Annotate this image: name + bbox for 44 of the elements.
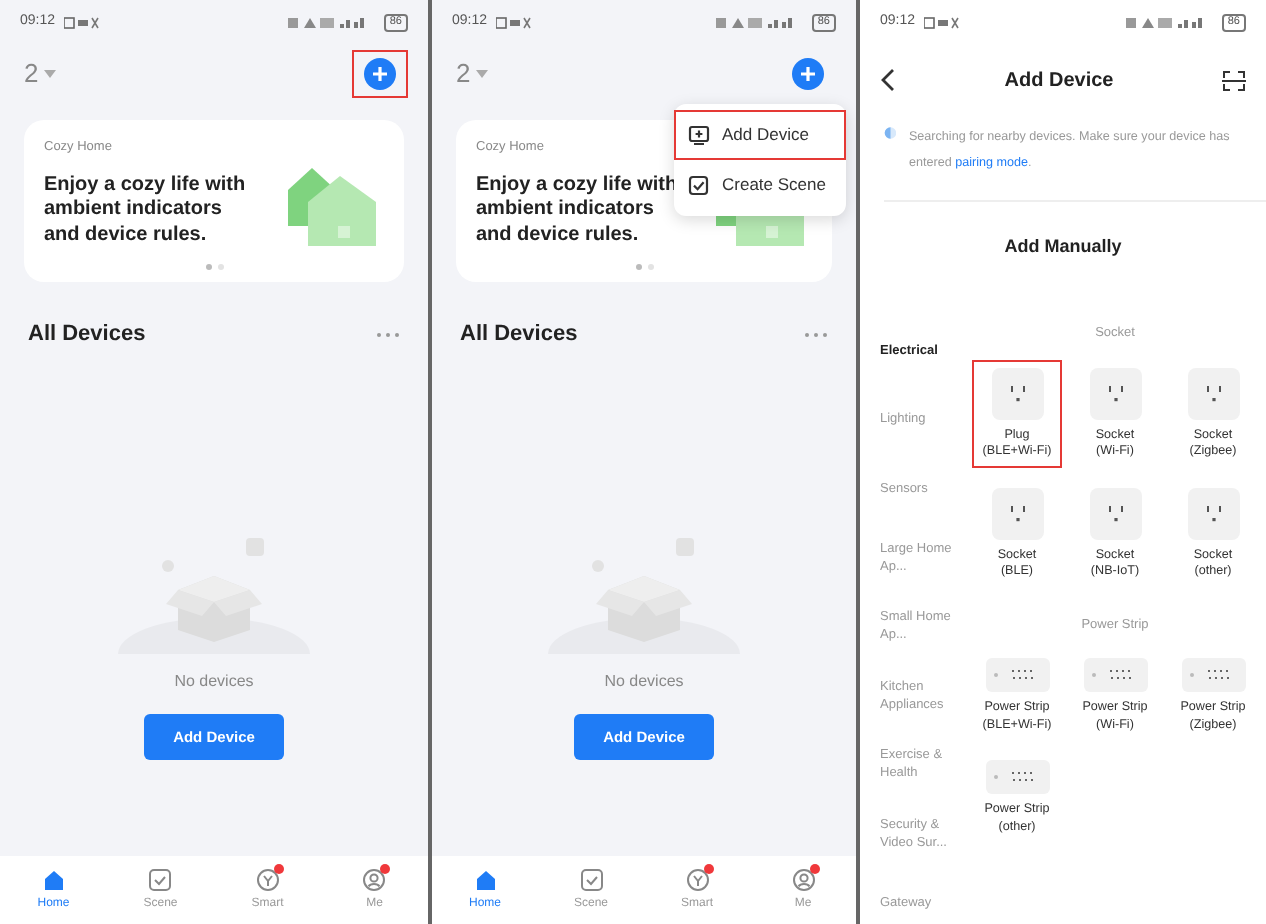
add-device-icon <box>688 123 710 146</box>
profile-icon <box>362 867 387 891</box>
socket-icon <box>1089 367 1141 420</box>
menu-item[interactable]: Add Device <box>674 110 846 160</box>
power-strip-icon <box>1181 658 1245 693</box>
power-strip-icon <box>1083 658 1147 693</box>
socket-icon <box>1187 487 1239 540</box>
socket-icon <box>1089 487 1141 540</box>
check-square-icon <box>579 867 603 891</box>
power-strip-icon <box>985 760 1049 795</box>
power-strip-icon <box>985 658 1049 693</box>
smart-icon <box>255 867 280 891</box>
home-selector[interactable]: 2 <box>456 54 489 94</box>
empty-state-text: No devices <box>604 670 684 694</box>
socket-icon <box>991 367 1043 420</box>
check-square-icon <box>688 173 710 196</box>
add-button[interactable] <box>352 50 408 98</box>
profile-icon <box>791 867 815 891</box>
more-icon[interactable] <box>804 332 828 338</box>
home-icon <box>473 867 497 891</box>
plus-icon <box>364 58 396 90</box>
status-icons <box>63 15 100 29</box>
status-icons <box>495 15 532 29</box>
socket-icon <box>1187 367 1239 420</box>
section-title: All Devices <box>460 320 578 351</box>
scan-icon[interactable] <box>1222 69 1246 91</box>
back-icon[interactable] <box>880 68 896 92</box>
searching-icon <box>884 124 897 142</box>
empty-state-text: No devices <box>174 670 254 694</box>
section-title: All Devices <box>28 320 146 351</box>
status-icons <box>923 15 960 29</box>
more-icon[interactable] <box>376 332 400 338</box>
caret-icon <box>44 70 57 78</box>
page-title: Add Device <box>1004 67 1114 95</box>
socket-icon <box>991 487 1043 540</box>
smart-icon <box>685 867 709 891</box>
check-square-icon <box>148 867 173 891</box>
menu-item[interactable]: Create Scene <box>674 159 846 209</box>
caret-icon <box>476 70 489 78</box>
plus-icon <box>792 58 824 90</box>
section-title: Add Manually <box>1002 234 1124 261</box>
home-selector[interactable]: 2 <box>24 54 57 94</box>
home-icon <box>41 867 66 891</box>
banner-headline: Enjoy a cozy life with ambient indicators and device rules. <box>44 173 248 249</box>
